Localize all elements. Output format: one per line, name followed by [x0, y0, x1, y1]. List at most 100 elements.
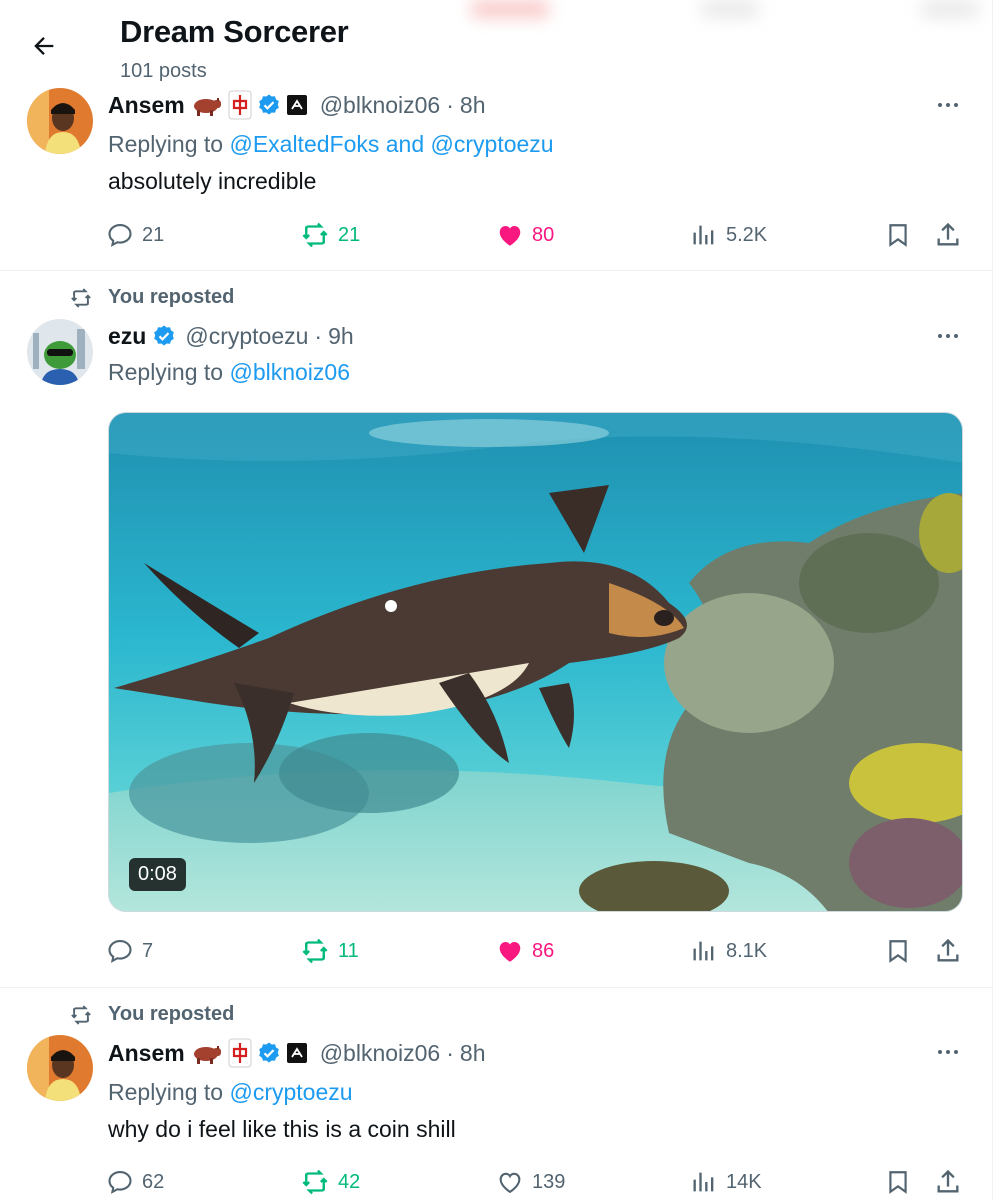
- verified-badge-icon[interactable]: [152, 324, 176, 348]
- analytics-icon: [693, 1172, 714, 1192]
- timestamp[interactable]: 9h: [328, 323, 354, 350]
- repost-context: You reposted: [68, 1003, 234, 1026]
- tweet-text: why do i feel like this is a coin shill: [108, 1116, 456, 1142]
- replying-to: Replying to @blknoiz06: [108, 359, 350, 386]
- reply-count: 62: [142, 1170, 165, 1193]
- display-name[interactable]: Ansem: [108, 92, 185, 119]
- reply-count: 7: [142, 939, 154, 962]
- repost-icon: [302, 222, 328, 248]
- views-button[interactable]: 14K: [690, 1162, 762, 1200]
- display-name[interactable]: Ansem: [108, 1040, 185, 1067]
- reply-icon: [108, 940, 132, 963]
- like-button[interactable]: 80: [496, 215, 554, 255]
- display-name[interactable]: ezu: [108, 323, 146, 350]
- avatar[interactable]: [27, 319, 93, 385]
- bookmark-icon: [889, 940, 907, 963]
- bookmark-button[interactable]: [882, 1166, 914, 1198]
- affiliate-badge-icon[interactable]: [286, 1042, 308, 1064]
- mention-link[interactable]: @blknoiz06: [229, 359, 350, 385]
- tweet-actions: 7 11 86 8.1K: [0, 931, 993, 971]
- separator: ·: [446, 1039, 454, 1066]
- bookmark-button[interactable]: [882, 219, 914, 251]
- handle[interactable]: @blknoiz06: [320, 1040, 441, 1067]
- more-dot-icon: [946, 103, 950, 107]
- affiliate-badge-icon[interactable]: [286, 94, 308, 116]
- more-dot-icon: [954, 334, 958, 338]
- handle[interactable]: @cryptoezu: [185, 323, 308, 350]
- timestamp[interactable]: 8h: [460, 1040, 486, 1067]
- repost-count: 21: [338, 223, 361, 246]
- repost-icon: [71, 287, 91, 308]
- views-button[interactable]: 5.2K: [690, 215, 767, 255]
- view-count: 8.1K: [726, 939, 768, 962]
- tweet-actions: 21 21 80 5.2K: [0, 215, 993, 255]
- video-player[interactable]: 0:08: [108, 412, 963, 912]
- avatar[interactable]: [27, 88, 93, 154]
- like-button[interactable]: 139: [496, 1162, 565, 1200]
- tweet-text: absolutely incredible: [108, 168, 317, 194]
- avatar[interactable]: [27, 1035, 93, 1101]
- timeline-page: Dream Sorcerer 101 posts Ansem @blknoiz0…: [0, 0, 993, 1200]
- repost-button[interactable]: 21: [300, 215, 360, 255]
- more-dot-icon: [938, 103, 942, 107]
- repost-icon: [302, 938, 328, 964]
- timestamp[interactable]: 8h: [460, 92, 486, 119]
- mention-link[interactable]: @cryptoezu: [229, 1079, 352, 1105]
- view-count: 5.2K: [726, 223, 768, 246]
- analytics-icon: [693, 225, 714, 245]
- replying-to: Replying to @cryptoezu: [108, 1079, 353, 1106]
- tweet-actions: 62 42 139 14K: [0, 1162, 993, 1200]
- repost-icon: [71, 1004, 91, 1025]
- share-icon: [937, 938, 959, 962]
- heart-filled-icon: [499, 942, 521, 962]
- reply-icon: [108, 1171, 132, 1194]
- repost-icon: [302, 1169, 328, 1195]
- mention-link[interactable]: @ExaltedFoks: [229, 131, 379, 157]
- handle[interactable]: @blknoiz06: [320, 92, 441, 119]
- repost-context-label: You reposted: [108, 286, 235, 308]
- reply-joiner: and: [385, 131, 425, 157]
- bookmark-icon: [889, 224, 907, 247]
- more-options-button[interactable]: [930, 322, 966, 350]
- repost-count: 11: [338, 939, 359, 962]
- reply-button[interactable]: 7: [106, 931, 153, 971]
- more-dot-icon: [954, 1050, 958, 1054]
- tweet[interactable]: Ansem @blknoiz06 · 8h Replying to @Exalt…: [0, 0, 993, 270]
- more-dot-icon: [954, 103, 958, 107]
- verified-badge-icon[interactable]: [257, 93, 281, 117]
- repost-button[interactable]: 11: [300, 931, 359, 971]
- share-button[interactable]: [932, 935, 964, 967]
- video-duration: 0:08: [129, 858, 186, 891]
- repost-context-label: You reposted: [108, 1003, 235, 1025]
- replying-to: Replying to @ExaltedFoks and @cryptoezu: [108, 131, 554, 158]
- separator: ·: [446, 91, 454, 118]
- video-thumbnail: [109, 413, 962, 911]
- share-button[interactable]: [932, 219, 964, 251]
- reply-button[interactable]: 62: [106, 1162, 164, 1200]
- repost-button[interactable]: 42: [300, 1162, 360, 1200]
- verified-badge-icon[interactable]: [257, 1041, 281, 1065]
- mention-link[interactable]: @cryptoezu: [431, 131, 554, 157]
- tweet[interactable]: You reposted Ansem @blknoiz06 · 8h Reply…: [0, 988, 993, 1200]
- more-options-button[interactable]: [930, 1038, 966, 1066]
- tweet-header: ezu @cryptoezu · 9h: [108, 321, 354, 351]
- like-button[interactable]: 86: [496, 931, 554, 971]
- cow-icon: [191, 1042, 223, 1064]
- more-options-button[interactable]: [930, 91, 966, 119]
- heart-outline-icon: [499, 1172, 521, 1194]
- reply-count: 21: [142, 223, 165, 246]
- tweet-header: Ansem @blknoiz06 · 8h: [108, 1038, 486, 1068]
- replying-to-label: Replying to: [108, 359, 224, 385]
- replying-to-label: Replying to: [108, 1079, 224, 1105]
- share-button[interactable]: [932, 1166, 964, 1198]
- separator: ·: [314, 322, 323, 349]
- share-icon: [937, 1169, 959, 1193]
- bookmark-button[interactable]: [882, 935, 914, 967]
- views-button[interactable]: 8.1K: [690, 931, 767, 971]
- replying-to-label: Replying to: [108, 131, 224, 157]
- reply-icon: [108, 224, 132, 247]
- tweet-header: Ansem @blknoiz06 · 8h: [108, 90, 486, 120]
- reply-button[interactable]: 21: [106, 215, 164, 255]
- heart-filled-icon: [499, 226, 521, 246]
- repost-count: 42: [338, 1170, 361, 1193]
